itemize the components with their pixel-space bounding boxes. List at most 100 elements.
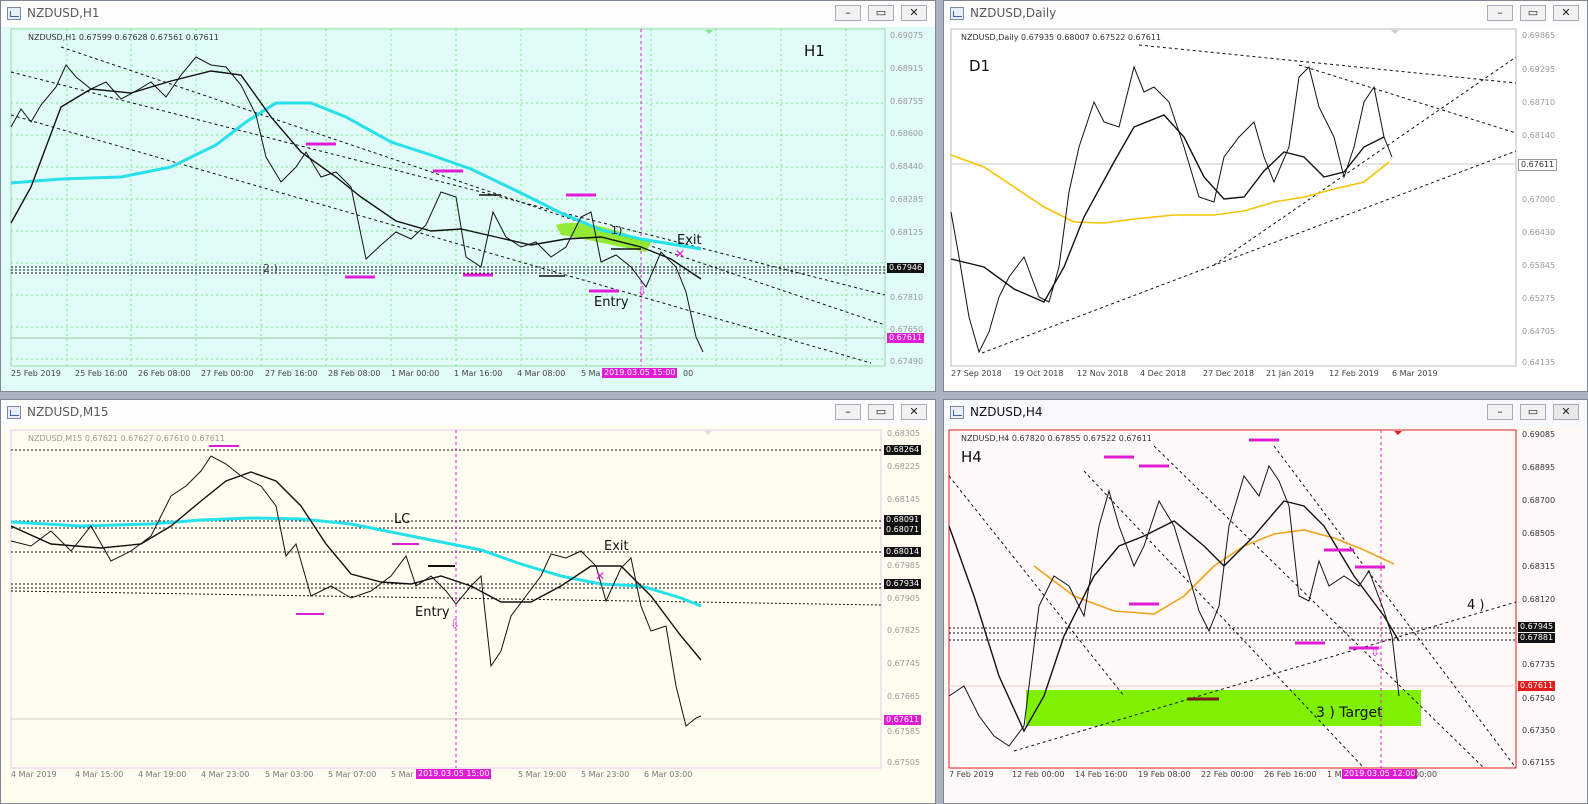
time-label: 27 Dec 2018 [1203,369,1255,378]
h1-chart-window[interactable]: NZDUSD,H1 – ▭ ✕ ✕ ⇩ NZDUSD,H1 0.67599 0.… [0,0,936,392]
note-2: 2 ) [263,262,278,275]
price-label: 0.67665 [887,692,921,701]
price-label: 0.68895 [1522,463,1556,472]
daily-chart-canvas[interactable] [944,27,1587,391]
daily-chart-window[interactable]: NZDUSD,Daily – ▭ ✕ NZDUSD,Daily 0.67935 … [943,0,1588,392]
time-label: 4 Mar 19:00 [138,770,187,779]
svg-text:⇩: ⇩ [450,617,460,631]
exit-note: Exit [677,233,702,248]
time-label: 26 Feb 08:00 [138,369,191,378]
maximize-button[interactable]: ▭ [868,404,894,420]
time-label: 1 M [1327,770,1342,779]
chart-window-icon [7,406,21,419]
price-label: 0.67490 [890,357,924,366]
current-price-marker: 0.67611 [1518,159,1558,171]
price-label: 0.68315 [1522,562,1556,571]
price-marker: 0.67881 [1518,633,1556,643]
time-label: 5 Mar 23:00 [581,770,630,779]
price-label: 0.68125 [890,228,924,237]
time-label: 27 Feb 00:00 [201,369,254,378]
time-label: 27 Sep 2018 [951,369,1002,378]
current-price-marker: 0.67611 [884,715,922,725]
symbol-info: NZDUSD,M15 0.67621 0.67627 0.67610 0.676… [28,434,225,443]
h4-chart-area[interactable]: ⇩ NZDUSD,H4 0.67820 0.67855 0.67522 0.67… [944,426,1587,803]
lc-note: LC [394,512,411,527]
time-label: 19 Oct 2018 [1014,369,1064,378]
minimize-button[interactable]: – [835,5,861,21]
m15-chart-canvas[interactable]: ✕ ⇩ [1,426,935,803]
minimize-button[interactable]: – [1487,404,1513,420]
time-label: 5 Mar 03:00 [265,770,314,779]
h4-chart-window[interactable]: NZDUSD,H4 – ▭ ✕ ⇩ NZDUSD,H4 0.67820 0.67… [943,399,1588,804]
price-marker: 0.67934 [884,579,922,589]
time-label: 4 Dec 2018 [1140,369,1187,378]
window-title: NZDUSD,Daily [970,6,1057,20]
svg-text:⇩: ⇩ [637,284,647,298]
price-label: 0.68440 [890,162,924,171]
m15-chart-area[interactable]: ✕ ⇩ NZDUSD,M15 0.67621 0.67627 0.67610 0… [1,426,935,803]
time-label: 25 Feb 2019 [11,369,61,378]
m15-chart-window[interactable]: NZDUSD,M15 – ▭ ✕ ✕ ⇩ NZDUSD,M15 0.67621 … [0,399,936,804]
price-label: 0.68700 [1522,496,1556,505]
time-label: 6 Mar 2019 [1392,369,1438,378]
timeframe-label: H4 [961,448,982,466]
price-label: 0.69085 [1522,430,1556,439]
h1-chart-canvas[interactable]: ✕ ⇩ [1,27,935,391]
minimize-button[interactable]: – [835,404,861,420]
note-1: 1) [611,224,623,237]
chart-window-icon [950,406,964,419]
h4-chart-canvas[interactable]: ⇩ [944,426,1587,803]
price-label: 0.66430 [1522,228,1556,237]
target-note: 3 ) Target [1316,705,1383,721]
price-label: 0.67540 [1522,694,1556,703]
time-marker: 2019.03.05 15:00 [602,368,678,378]
time-label: 4 Mar 08:00 [517,369,566,378]
time-label: 00 [683,369,694,378]
close-button[interactable]: ✕ [1553,404,1579,420]
daily-title-bar[interactable]: NZDUSD,Daily – ▭ ✕ [944,1,1587,28]
h1-title-bar[interactable]: NZDUSD,H1 – ▭ ✕ [1,1,935,28]
price-marker: 0.68264 [884,445,922,455]
close-button[interactable]: ✕ [1553,5,1579,21]
time-label: 1 Mar 00:00 [391,369,440,378]
price-label: 0.67735 [1522,660,1556,669]
price-label: 0.68120 [1522,595,1556,604]
time-marker: 2019.03.05 15:00 [416,769,492,779]
h4-title-bar[interactable]: NZDUSD,H4 – ▭ ✕ [944,400,1587,427]
time-label: 00:00 [1414,770,1438,779]
window-title: NZDUSD,H1 [27,6,100,20]
time-label: 19 Feb 08:00 [1138,770,1191,779]
price-label: 0.65275 [1522,294,1556,303]
close-button[interactable]: ✕ [901,5,927,21]
h1-chart-area[interactable]: ✕ ⇩ NZDUSD,H1 0.67599 0.67628 0.67561 0.… [1,27,935,391]
entry-note: Entry [594,295,629,310]
price-label: 0.68755 [890,97,924,106]
price-label: 0.69295 [1522,65,1556,74]
m15-title-bar[interactable]: NZDUSD,M15 – ▭ ✕ [1,400,935,427]
time-label: 5 Mar 19:00 [518,770,567,779]
close-button[interactable]: ✕ [901,404,927,420]
daily-chart-area[interactable]: NZDUSD,Daily 0.67935 0.68007 0.67522 0.6… [944,27,1587,391]
window-title: NZDUSD,H4 [970,405,1043,419]
price-marker: 0.67946 [887,263,925,273]
chart-window-icon [950,7,964,20]
time-label: 21 Jan 2019 [1266,369,1314,378]
price-label: 0.69075 [890,31,924,40]
time-label: 4 Mar 23:00 [201,770,250,779]
maximize-button[interactable]: ▭ [1520,404,1546,420]
maximize-button[interactable]: ▭ [868,5,894,21]
time-label: 12 Nov 2018 [1077,369,1129,378]
time-label: 28 Feb 08:00 [328,369,381,378]
time-label: 5 Mar [391,770,414,779]
symbol-info: NZDUSD,Daily 0.67935 0.68007 0.67522 0.6… [961,33,1162,42]
maximize-button[interactable]: ▭ [1520,5,1546,21]
price-marker: 0.67945 [1518,622,1556,632]
chart-window-icon [7,7,21,20]
price-label: 0.67810 [890,293,924,302]
price-label: 0.67825 [887,626,921,635]
time-label: 6 Mar 03:00 [644,770,693,779]
price-label: 0.68305 [887,429,921,438]
minimize-button[interactable]: – [1487,5,1513,21]
time-label: 5 Ma [581,369,601,378]
price-label: 0.68710 [1522,98,1556,107]
